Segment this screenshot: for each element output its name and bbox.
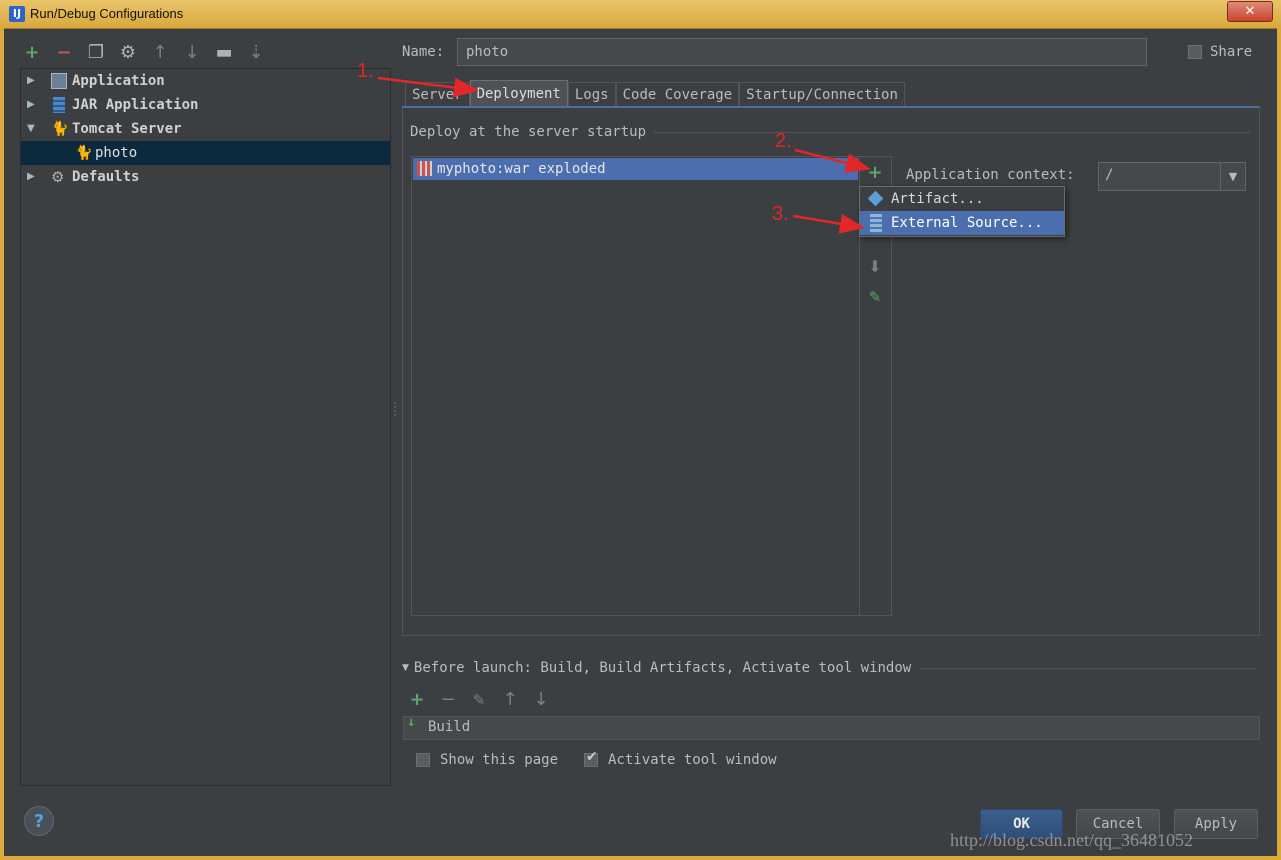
menu-item-label: Artifact... bbox=[891, 191, 984, 207]
group-divider bbox=[654, 131, 1250, 133]
menu-item-artifact[interactable]: Artifact... bbox=[860, 187, 1064, 211]
edit-pencil-icon[interactable]: ✎ bbox=[865, 287, 885, 307]
add-icon[interactable]: + bbox=[22, 43, 42, 63]
tree-item-label: Defaults bbox=[72, 169, 140, 185]
tab-code-coverage[interactable]: Code Coverage bbox=[615, 82, 740, 107]
config-tabs: Server Deployment Logs Code Coverage Sta… bbox=[405, 80, 905, 107]
annotation-step-3: 3. bbox=[772, 203, 789, 225]
configuration-tree: ▶ Application ▶ JAR Application ▼ 🐈 Tomc… bbox=[20, 68, 391, 786]
tree-item-label: JAR Application bbox=[72, 97, 199, 113]
deploy-group-title: Deploy at the server startup bbox=[410, 124, 647, 140]
tomcat-icon: 🐈 bbox=[75, 145, 93, 161]
before-launch-list[interactable]: ↓ Build bbox=[403, 714, 1260, 740]
tab-deployment[interactable]: Deployment bbox=[469, 80, 568, 107]
tree-item-jar-application[interactable]: ▶ JAR Application bbox=[21, 93, 390, 117]
tree-item-tomcat-server[interactable]: ▼ 🐈 Tomcat Server bbox=[21, 117, 390, 141]
list-item[interactable]: myphoto:war exploded bbox=[413, 158, 858, 180]
wrench-icon: ⚙ bbox=[51, 168, 65, 186]
tree-item-label: Tomcat Server bbox=[72, 121, 182, 137]
window-frame-bottom bbox=[0, 856, 1281, 860]
activate-tool-window-checkbox[interactable] bbox=[584, 753, 598, 767]
artifact-icon bbox=[867, 190, 884, 207]
show-page-label: Show this page bbox=[440, 752, 559, 768]
application-context-label: Application context: bbox=[906, 167, 1075, 183]
tab-logs[interactable]: Logs bbox=[567, 82, 616, 107]
tree-item-label: photo bbox=[95, 145, 138, 161]
tree-item-defaults[interactable]: ▶ ⚙ Defaults bbox=[21, 165, 390, 189]
remove-icon[interactable]: − bbox=[438, 690, 458, 710]
splitter-handle[interactable]: · · · · bbox=[392, 399, 398, 421]
expand-arrow-icon[interactable]: ▶ bbox=[27, 165, 35, 189]
help-button[interactable]: ? bbox=[24, 806, 54, 836]
window-close-button[interactable]: ✕ bbox=[1227, 1, 1273, 22]
before-launch-header[interactable]: ▼ Before launch: Build, Build Artifacts,… bbox=[402, 660, 1257, 676]
window-titlebar: IJ Run/Debug Configurations ✕ bbox=[0, 0, 1281, 29]
before-launch-toolbar: + − ✎ ↑ ↓ bbox=[407, 690, 551, 712]
copy-icon[interactable]: ❐ bbox=[86, 43, 106, 63]
application-context-combo[interactable]: / ▼ bbox=[1098, 162, 1246, 191]
remove-icon[interactable]: − bbox=[54, 43, 74, 63]
window-frame-right bbox=[1277, 28, 1281, 860]
before-launch-title: Before launch: Build, Build Artifacts, A… bbox=[413, 660, 912, 676]
name-label: Name: bbox=[402, 44, 445, 60]
tomcat-icon: 🐈 bbox=[51, 121, 69, 137]
application-context-value: / bbox=[1105, 167, 1114, 183]
collapse-arrow-icon[interactable]: ▼ bbox=[27, 117, 35, 141]
deployment-item-label: myphoto:war exploded bbox=[437, 161, 606, 177]
tree-item-photo[interactable]: 🐈 photo bbox=[21, 141, 390, 165]
tree-item-label: Application bbox=[72, 73, 165, 89]
jar-icon bbox=[53, 97, 65, 113]
chevron-down-icon[interactable]: ▼ bbox=[1220, 163, 1245, 190]
folder-icon[interactable]: ▬ bbox=[214, 43, 234, 63]
share-label: Share bbox=[1210, 44, 1253, 60]
menu-item-external-source[interactable]: External Source... bbox=[860, 211, 1064, 235]
intellij-app-icon: IJ bbox=[9, 6, 25, 22]
tab-startup-connection[interactable]: Startup/Connection bbox=[739, 82, 905, 107]
share-option[interactable]: Share bbox=[1188, 44, 1252, 60]
tab-server[interactable]: Server bbox=[405, 82, 470, 107]
deploy-group-header: Deploy at the server startup bbox=[410, 124, 1250, 140]
window-frame-left bbox=[0, 28, 4, 860]
sort-icon[interactable]: ⇣ bbox=[246, 43, 266, 63]
build-item-label: Build bbox=[428, 719, 471, 735]
war-artifact-icon bbox=[417, 161, 432, 176]
move-up-icon[interactable]: ↑ bbox=[500, 690, 520, 710]
name-input[interactable] bbox=[457, 38, 1147, 66]
application-icon bbox=[51, 73, 67, 89]
add-icon[interactable]: + bbox=[407, 690, 427, 710]
move-up-icon[interactable]: ↑ bbox=[150, 43, 170, 63]
annotation-step-2: 2. bbox=[775, 130, 792, 152]
tree-item-application[interactable]: ▶ Application bbox=[21, 69, 390, 93]
annotation-step-1: 1. bbox=[357, 60, 374, 82]
edit-pencil-icon[interactable]: ✎ bbox=[469, 690, 489, 710]
deployment-list[interactable]: myphoto:war exploded bbox=[411, 156, 860, 616]
show-page-option[interactable]: Show this page bbox=[416, 752, 558, 768]
move-down-icon[interactable]: ⬇ bbox=[865, 257, 885, 277]
wrench-icon[interactable]: ⚙ bbox=[118, 43, 138, 63]
collapse-arrow-icon[interactable]: ▼ bbox=[402, 663, 409, 673]
show-page-checkbox[interactable] bbox=[416, 753, 430, 767]
expand-arrow-icon[interactable]: ▶ bbox=[27, 93, 35, 117]
activate-tool-window-option[interactable]: Activate tool window bbox=[584, 752, 777, 768]
add-deployment-popup: Artifact... External Source... bbox=[859, 186, 1065, 237]
activate-tool-window-label: Activate tool window bbox=[608, 752, 777, 768]
expand-arrow-icon[interactable]: ▶ bbox=[27, 69, 35, 93]
window-title: Run/Debug Configurations bbox=[30, 6, 184, 21]
external-source-icon bbox=[870, 214, 882, 232]
share-checkbox[interactable] bbox=[1188, 45, 1202, 59]
build-icon: ↓ bbox=[407, 714, 416, 730]
add-icon[interactable]: + bbox=[865, 163, 885, 183]
config-toolbar: + − ❐ ⚙ ↑ ↓ ▬ ⇣ bbox=[22, 40, 266, 66]
move-down-icon[interactable]: ↓ bbox=[182, 43, 202, 63]
watermark: http://blog.csdn.net/qq_36481052 bbox=[950, 830, 1193, 850]
menu-item-label: External Source... bbox=[891, 215, 1043, 231]
move-down-icon[interactable]: ↓ bbox=[531, 690, 551, 710]
group-divider bbox=[919, 667, 1257, 669]
